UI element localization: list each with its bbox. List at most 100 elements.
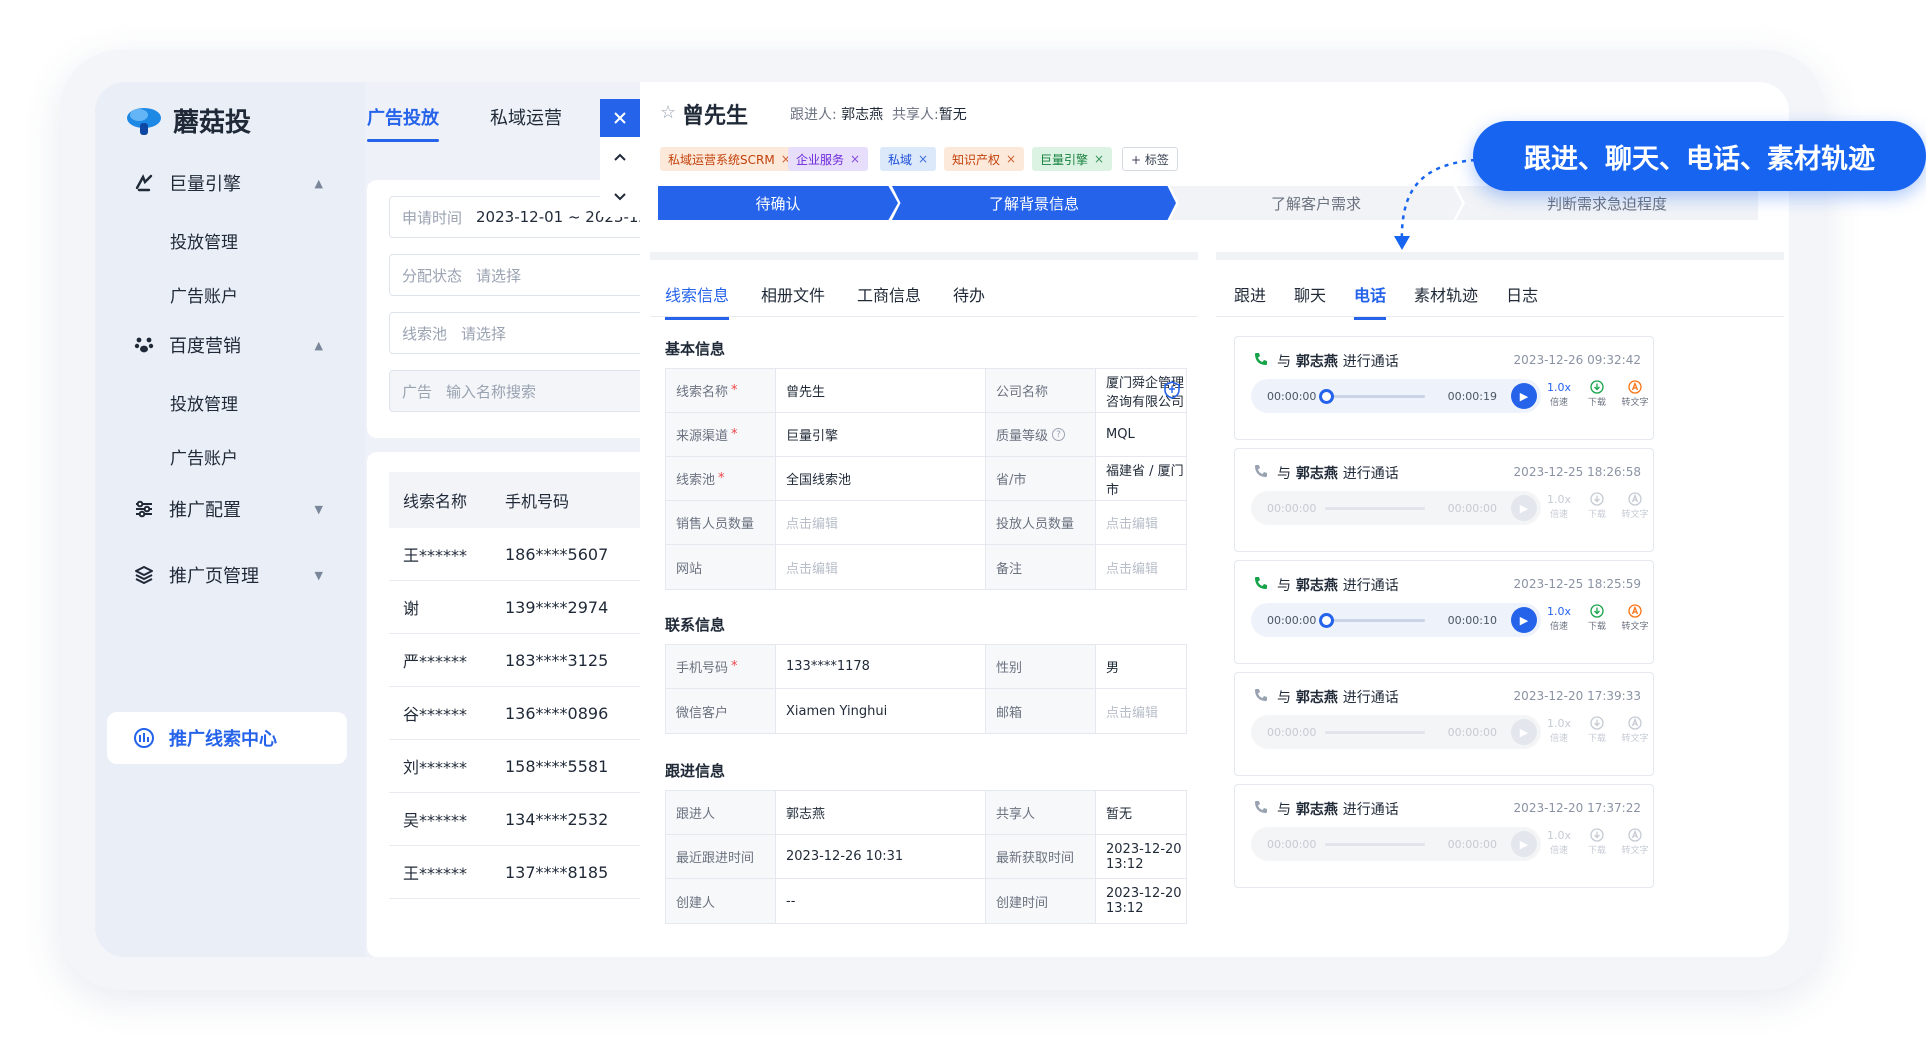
remove-tag-icon[interactable]: × xyxy=(850,152,860,166)
field-value: 2023-12-20 13:12 xyxy=(1106,886,1182,916)
remove-tag-icon[interactable]: × xyxy=(918,152,928,166)
field-value[interactable]: 点击编辑 xyxy=(776,501,986,544)
nav-group-landing-pages[interactable]: 推广页管理 ▼ xyxy=(133,562,323,588)
field-value: -- xyxy=(776,879,986,923)
table-row[interactable]: 吴****** 134****2532 xyxy=(389,793,667,846)
speed-value: 1.0x xyxy=(1546,380,1571,394)
lead-pool-filter[interactable]: 线索池 请选择 xyxy=(389,312,669,354)
speed-button[interactable]: 1.0x 倍速 xyxy=(1545,603,1573,633)
speed-value: 1.0x xyxy=(1546,828,1571,842)
audio-player[interactable]: 00:00:00 00:00:19 ▶ xyxy=(1251,379,1541,413)
field-value[interactable]: 点击编辑 xyxy=(776,545,986,589)
table-row[interactable]: 王****** 186****5607 xyxy=(389,528,667,581)
field-value[interactable]: 点击编辑 xyxy=(1096,689,1186,733)
field-value[interactable]: 厦门舜企管理咨询有限公司 xyxy=(1096,369,1186,412)
field-value[interactable]: 点击编辑 xyxy=(1096,501,1186,544)
remove-tag-icon[interactable]: × xyxy=(1006,152,1016,166)
field-value[interactable]: 133****1178 xyxy=(776,645,986,688)
table-row[interactable]: 谢 139****2974 xyxy=(389,581,667,634)
field-label: 销售人员数量 xyxy=(666,501,776,544)
nav-group-promotion-config[interactable]: 推广配置 ▼ xyxy=(133,496,323,522)
field-value[interactable]: 福建省 / 厦门市 xyxy=(1096,457,1186,500)
filter-placeholder: 请选择 xyxy=(476,266,522,285)
tab-follow[interactable]: 跟进 xyxy=(1234,282,1266,306)
download-button[interactable]: 下载 xyxy=(1583,379,1611,408)
field-label-text: 线索名称 xyxy=(676,385,729,400)
play-icon[interactable]: ▶ xyxy=(1511,383,1537,409)
table-row[interactable]: 王****** 137****8185 xyxy=(389,846,667,899)
field-label-text: 线索池 xyxy=(676,473,716,488)
required-mark: * xyxy=(731,427,738,442)
call-time: 2023-12-25 18:25:59 xyxy=(1513,577,1641,591)
step-pending[interactable]: 待确认 xyxy=(658,186,898,220)
field-value[interactable]: Xiamen Yinghui xyxy=(776,689,986,733)
download-button[interactable]: 下载 xyxy=(1583,603,1611,632)
seek-knob[interactable] xyxy=(1319,388,1334,404)
tab-ad-delivery[interactable]: 广告投放 xyxy=(367,104,439,142)
next-record-button[interactable] xyxy=(600,177,640,217)
layers-icon xyxy=(133,564,155,586)
star-icon[interactable]: ☆ xyxy=(660,102,676,123)
speed-button[interactable]: 1.0x 倍速 xyxy=(1545,379,1573,409)
phone-icon xyxy=(1253,463,1269,483)
field-value[interactable]: 郭志燕 xyxy=(776,791,986,834)
field-value[interactable]: 男 xyxy=(1096,645,1186,688)
tab-material-track[interactable]: 素材轨迹 xyxy=(1414,282,1478,306)
remove-tag-icon[interactable]: × xyxy=(1094,152,1104,166)
sliders-icon xyxy=(133,498,155,520)
tab-business-info[interactable]: 工商信息 xyxy=(857,282,921,306)
tab-phone[interactable]: 电话 xyxy=(1354,282,1387,320)
nav-group-baidu[interactable]: 百度营销 ▲ xyxy=(133,332,323,358)
nav-group-ocean-engine[interactable]: 巨量引擎 ▲ xyxy=(133,170,323,196)
stage-progress: 待确认 了解背景信息 了解客户需求 判断需求急迫程度 xyxy=(658,186,1758,220)
field-value[interactable]: 暂无 xyxy=(1096,791,1186,834)
play-icon[interactable]: ▶ xyxy=(1511,607,1537,633)
field-value[interactable]: 曾先生 xyxy=(776,369,986,412)
nav-item-baidu-accounts[interactable]: 广告账户 xyxy=(170,444,238,469)
nav-item-lead-center[interactable]: 推广线索中心 xyxy=(107,712,347,764)
add-tag-button[interactable]: + 标签 xyxy=(1122,147,1178,171)
speed-button: 1.0x 倍速 xyxy=(1545,491,1573,521)
assign-status-filter[interactable]: 分配状态 请选择 xyxy=(389,254,669,296)
field-label: 线索名称 * xyxy=(666,369,776,412)
follower-value: 郭志燕 xyxy=(841,107,884,123)
field-value[interactable]: MQL xyxy=(1096,413,1186,456)
step-urgency[interactable]: 判断需求急迫程度 xyxy=(1456,186,1758,220)
transcribe-button[interactable]: 转文字 xyxy=(1621,603,1649,632)
close-drawer-button[interactable] xyxy=(600,99,640,137)
tab-lead-info[interactable]: 线索信息 xyxy=(665,282,730,320)
table-row[interactable]: 谷****** 136****0896 xyxy=(389,687,667,740)
audio-player[interactable]: 00:00:00 00:00:10 ▶ xyxy=(1251,603,1541,637)
nav-item-baidu-delivery[interactable]: 投放管理 xyxy=(170,390,238,415)
step-background[interactable]: 了解背景信息 xyxy=(892,186,1176,220)
download-icon xyxy=(1590,491,1604,507)
tab-private-domain[interactable]: 私域运营 xyxy=(490,104,562,130)
info-row: 跟进人 郭志燕 共享人 暂无 xyxy=(666,791,1186,835)
field-value[interactable]: 巨量引擎 xyxy=(776,413,986,456)
seek-track[interactable] xyxy=(1325,394,1425,398)
help-circle-icon[interactable]: ? xyxy=(1052,428,1066,441)
seek-knob[interactable] xyxy=(1319,612,1334,628)
tab-log[interactable]: 日志 xyxy=(1506,282,1538,306)
field-label-text: 质量等级 xyxy=(996,429,1049,444)
call-suffix: 进行通话 xyxy=(1342,802,1399,818)
tab-album-files[interactable]: 相册文件 xyxy=(761,282,825,306)
transcribe-button[interactable]: 转文字 xyxy=(1621,379,1649,408)
caret-down-icon: ▼ xyxy=(314,568,323,582)
call-title: 与 郭志燕 进行通话 xyxy=(1277,687,1399,707)
prev-record-button[interactable] xyxy=(600,137,640,177)
nav-item-ocean-accounts[interactable]: 广告账户 xyxy=(170,282,238,307)
app-window: 蘑菇投 巨量引擎 ▲ 投放管理 广告账户 百度营销 ▲ 投放管理 广告账户 推广… xyxy=(95,82,1789,957)
tab-todo[interactable]: 待办 xyxy=(953,282,985,306)
tab-chat[interactable]: 聊天 xyxy=(1294,282,1326,306)
ad-search-input[interactable]: 广告 输入名称搜索 xyxy=(389,370,669,412)
follower-label: 跟进人: xyxy=(790,107,837,123)
nav-item-ocean-delivery[interactable]: 投放管理 xyxy=(170,228,238,253)
field-value[interactable]: 点击编辑 xyxy=(1096,545,1186,589)
table-row[interactable]: 刘****** 158****5581 xyxy=(389,740,667,793)
field-label: 网站 xyxy=(666,545,776,589)
seek-track[interactable] xyxy=(1325,618,1425,622)
table-row[interactable]: 严****** 183****3125 xyxy=(389,634,667,687)
tag-label: 巨量引擎 xyxy=(1040,152,1089,167)
field-value[interactable]: 全国线索池 xyxy=(776,457,986,500)
